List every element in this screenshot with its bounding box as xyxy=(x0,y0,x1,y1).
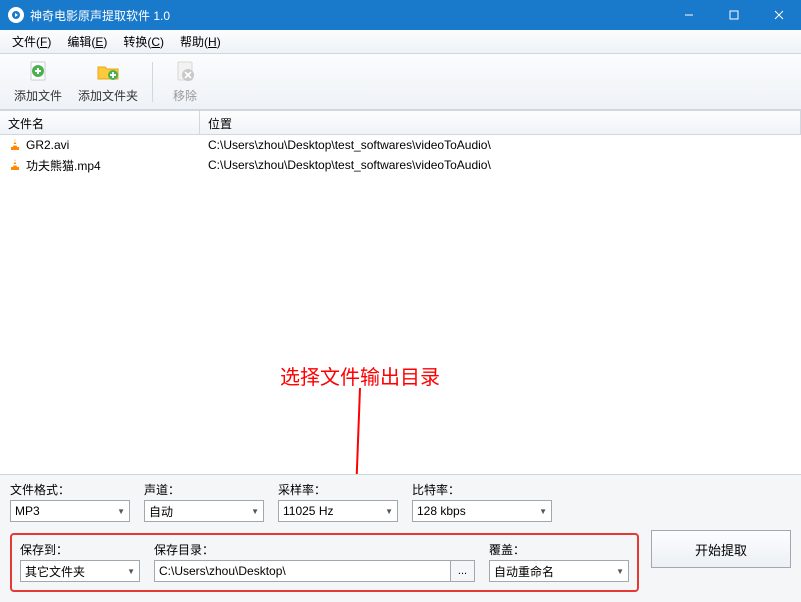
window-title: 神奇电影原声提取软件 1.0 xyxy=(30,7,666,24)
close-button[interactable] xyxy=(756,0,801,30)
saveto-label: 保存到： xyxy=(20,541,140,558)
maximize-button[interactable] xyxy=(711,0,756,30)
format-label: 文件格式： xyxy=(10,481,130,498)
add-file-icon xyxy=(25,59,51,85)
file-name: GR2.avi xyxy=(26,138,69,152)
window-controls xyxy=(666,0,801,30)
add-file-label: 添加文件 xyxy=(14,87,62,104)
list-body[interactable]: GR2.avi C:\Users\zhou\Desktop\test_softw… xyxy=(0,135,801,474)
remove-button[interactable]: 移除 xyxy=(161,57,209,106)
file-name: 功夫熊猫.mp4 xyxy=(26,157,101,174)
titlebar: 神奇电影原声提取软件 1.0 xyxy=(0,0,801,30)
remove-icon xyxy=(172,59,198,85)
channel-combo[interactable]: 自动▼ xyxy=(144,500,264,522)
chevron-down-icon: ▼ xyxy=(616,567,624,576)
save-row: 保存到： 其它文件夹▼ 保存目录： C:\Users\zhou\Desktop\… xyxy=(10,530,791,592)
save-box-highlight: 保存到： 其它文件夹▼ 保存目录： C:\Users\zhou\Desktop\… xyxy=(10,533,639,592)
menu-edit[interactable]: 编辑(E) xyxy=(59,30,115,53)
format-combo[interactable]: MP3▼ xyxy=(10,500,130,522)
bottom-panel: 文件格式： MP3▼ 声道： 自动▼ 采样率： 11025 Hz▼ 比特率： 1… xyxy=(0,474,801,602)
chevron-down-icon: ▼ xyxy=(127,567,135,576)
settings-row-top: 文件格式： MP3▼ 声道： 自动▼ 采样率： 11025 Hz▼ 比特率： 1… xyxy=(10,481,791,522)
saveto-combo[interactable]: 其它文件夹▼ xyxy=(20,560,140,582)
file-location: C:\Users\zhou\Desktop\test_softwares\vid… xyxy=(200,136,801,154)
column-filename[interactable]: 文件名 xyxy=(0,111,200,134)
add-file-button[interactable]: 添加文件 xyxy=(8,57,68,106)
start-extract-button[interactable]: 开始提取 xyxy=(651,530,791,568)
browse-button[interactable]: ... xyxy=(451,560,475,582)
chevron-down-icon: ▼ xyxy=(385,507,393,516)
file-location: C:\Users\zhou\Desktop\test_softwares\vid… xyxy=(200,156,801,174)
menu-help[interactable]: 帮助(H) xyxy=(172,30,229,53)
vlc-icon xyxy=(8,138,22,152)
column-location[interactable]: 位置 xyxy=(200,111,801,134)
list-row[interactable]: GR2.avi C:\Users\zhou\Desktop\test_softw… xyxy=(0,135,801,155)
toolbar-separator xyxy=(152,62,153,102)
savedir-label: 保存目录： xyxy=(154,541,475,558)
remove-label: 移除 xyxy=(173,87,197,104)
add-folder-label: 添加文件夹 xyxy=(78,87,138,104)
bitrate-label: 比特率： xyxy=(412,481,552,498)
list-row[interactable]: 功夫熊猫.mp4 C:\Users\zhou\Desktop\test_soft… xyxy=(0,155,801,175)
menu-convert[interactable]: 转换(C) xyxy=(115,30,172,53)
add-folder-icon xyxy=(95,59,121,85)
list-header: 文件名 位置 xyxy=(0,111,801,135)
app-icon xyxy=(8,7,24,23)
overwrite-label: 覆盖： xyxy=(489,541,629,558)
rate-label: 采样率： xyxy=(278,481,398,498)
file-list: 文件名 位置 GR2.avi C:\Users\zhou\Desktop\tes… xyxy=(0,110,801,474)
chevron-down-icon: ▼ xyxy=(539,507,547,516)
bitrate-combo[interactable]: 128 kbps▼ xyxy=(412,500,552,522)
minimize-button[interactable] xyxy=(666,0,711,30)
chevron-down-icon: ▼ xyxy=(117,507,125,516)
toolbar: 添加文件 添加文件夹 移除 xyxy=(0,54,801,110)
vlc-icon xyxy=(8,158,22,172)
menubar: 文件(F) 编辑(E) 转换(C) 帮助(H) xyxy=(0,30,801,54)
menu-file[interactable]: 文件(F) xyxy=(4,30,59,53)
overwrite-combo[interactable]: 自动重命名▼ xyxy=(489,560,629,582)
chevron-down-icon: ▼ xyxy=(251,507,259,516)
savedir-input[interactable]: C:\Users\zhou\Desktop\ xyxy=(154,560,451,582)
channel-label: 声道： xyxy=(144,481,264,498)
add-folder-button[interactable]: 添加文件夹 xyxy=(72,57,144,106)
rate-combo[interactable]: 11025 Hz▼ xyxy=(278,500,398,522)
